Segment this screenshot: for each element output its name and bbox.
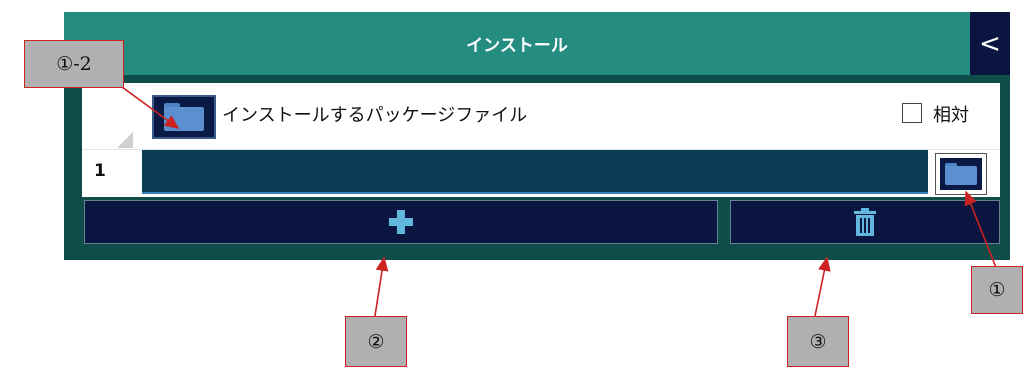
relative-label: 相対: [933, 105, 969, 126]
delete-row-button[interactable]: [730, 200, 1000, 244]
grid-corner: [82, 83, 148, 149]
panel-title: インストール: [64, 12, 970, 75]
add-row-button[interactable]: [84, 200, 718, 244]
header-folder-button[interactable]: [152, 95, 216, 139]
install-panel: インストール < インストールするパッケージファイル 相対 1: [64, 12, 1010, 260]
row-number: 1: [94, 161, 106, 181]
corner-triangle-icon: [117, 132, 133, 148]
plus-icon: [389, 210, 413, 234]
relative-checkbox[interactable]: [902, 103, 922, 123]
callout-1-2: ①-2: [24, 40, 124, 88]
folder-icon: [945, 163, 977, 185]
package-file-grid: インストールするパッケージファイル 相対 1: [82, 83, 1000, 197]
package-path-input[interactable]: [142, 150, 928, 194]
trash-icon: [854, 208, 876, 236]
callout-2: ②: [345, 316, 407, 367]
browse-file-button[interactable]: [935, 153, 987, 195]
callout-1: ①: [971, 266, 1023, 314]
folder-icon: [164, 103, 204, 131]
column-header-label: インストールするパッケージファイル: [222, 105, 528, 126]
callout-3: ③: [787, 316, 849, 367]
collapse-button[interactable]: <: [970, 12, 1010, 75]
